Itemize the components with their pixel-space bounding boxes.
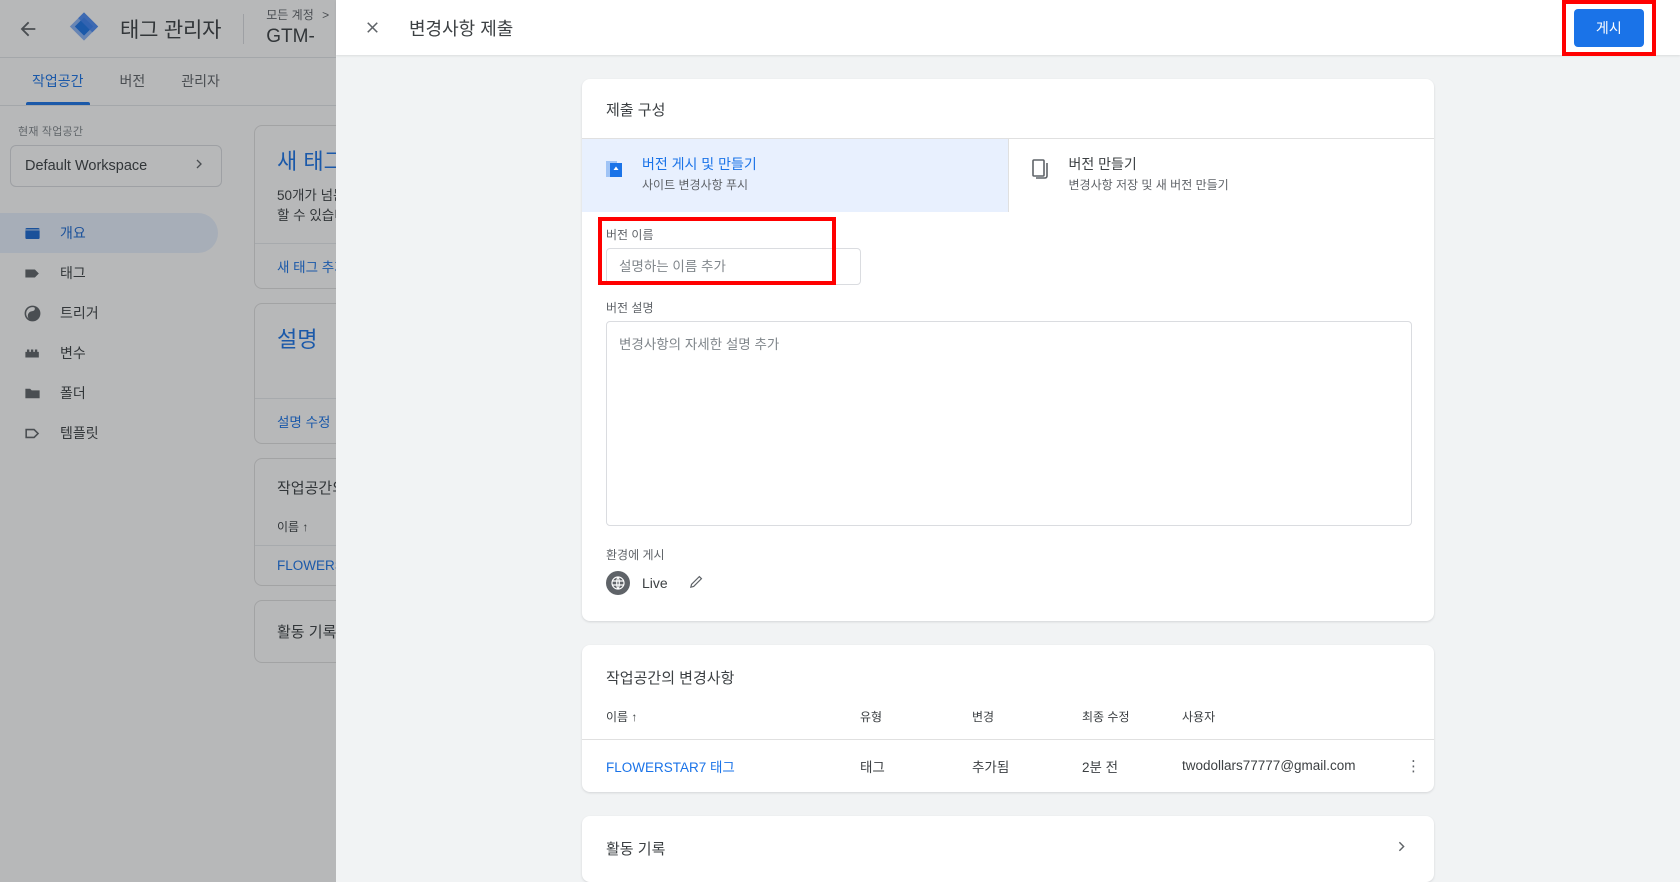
- option-create-version[interactable]: 버전 만들기 변경사항 저장 및 새 버전 만들기: [1007, 139, 1435, 212]
- option-desc: 사이트 변경사항 푸시: [642, 178, 749, 192]
- dialog-body: 제출 구성 버전 게시 및 만들기 사이트 변경사항 푸시 버전 만들기 변경사…: [336, 55, 1680, 882]
- create-version-icon: [1029, 157, 1053, 181]
- option-title: 버전 만들기: [1068, 156, 1137, 172]
- close-icon[interactable]: [352, 8, 392, 48]
- publish-version-icon: [602, 157, 626, 181]
- version-description-label: 버전 설명: [606, 300, 654, 315]
- dialog-header: 변경사항 제출 게시: [336, 0, 1680, 56]
- activity-log-sheet[interactable]: 활동 기록: [582, 815, 1434, 882]
- publish-button[interactable]: 게시: [1573, 8, 1644, 47]
- column-header-modified[interactable]: 최종 수정: [1072, 704, 1172, 740]
- environment-row: Live: [606, 570, 1410, 595]
- submission-config-sheet: 제출 구성 버전 게시 및 만들기 사이트 변경사항 푸시 버전 만들기 변경사…: [582, 79, 1434, 621]
- table-row: FLOWERSTAR7 태그 태그 추가됨 2분 전 twodollars777…: [582, 738, 1434, 792]
- cell-type: 태그: [850, 738, 962, 792]
- table-header-row: 이름 ↑ 유형 변경 최종 수정 사용자: [582, 704, 1434, 740]
- version-name-field: 버전 이름: [598, 216, 1410, 285]
- version-description-textarea[interactable]: [606, 320, 1412, 526]
- cell-modified: 2분 전: [1072, 738, 1172, 792]
- environment-name: Live: [642, 574, 668, 591]
- cell-name[interactable]: FLOWERSTAR7 태그: [582, 738, 850, 792]
- screen: 태그 관리자 모든 계정 > FLOWER GTM- 작업공간 버전 관리자 현…: [0, 0, 1680, 882]
- version-name-input[interactable]: [606, 247, 861, 285]
- option-publish-and-create-version[interactable]: 버전 게시 및 만들기 사이트 변경사항 푸시: [582, 139, 1008, 212]
- column-header-name[interactable]: 이름 ↑: [582, 704, 850, 740]
- environment-label: 환경에 게시: [606, 547, 665, 562]
- publish-button-highlight: 게시: [1561, 0, 1656, 56]
- workspace-changes-title: 작업공간의 변경사항: [606, 669, 735, 687]
- column-header-change[interactable]: 변경: [962, 704, 1072, 740]
- column-header-type[interactable]: 유형: [850, 704, 962, 740]
- option-title: 버전 게시 및 만들기: [642, 156, 757, 172]
- column-header-user[interactable]: 사용자: [1172, 704, 1394, 740]
- column-header-menu: [1394, 704, 1434, 740]
- chevron-right-icon[interactable]: [1393, 838, 1410, 860]
- option-desc: 변경사항 저장 및 새 버전 만들기: [1068, 178, 1229, 192]
- pencil-icon[interactable]: [688, 573, 708, 593]
- submission-options: 버전 게시 및 만들기 사이트 변경사항 푸시 버전 만들기 변경사항 저장 및…: [582, 138, 1434, 212]
- submission-config-title: 제출 구성: [606, 102, 666, 119]
- globe-icon: [606, 570, 630, 595]
- more-vert-icon[interactable]: ⋮: [1394, 738, 1434, 792]
- dialog-title: 변경사항 제출: [409, 18, 514, 39]
- activity-log-title: 활동 기록: [606, 841, 666, 859]
- changes-table: 이름 ↑ 유형 변경 최종 수정 사용자 FLOWERSTAR7 태그 태그 추…: [582, 704, 1434, 792]
- workspace-changes-sheet: 작업공간의 변경사항 이름 ↑ 유형 변경 최종 수정 사용자 FLOWERST…: [582, 644, 1434, 792]
- cell-user: twodollars77777@gmail.com: [1172, 738, 1394, 792]
- version-form: 버전 이름 버전 설명 환경에 게시 Live: [582, 212, 1434, 621]
- version-name-label: 버전 이름: [606, 227, 654, 242]
- cell-change: 추가됨: [962, 738, 1072, 792]
- submit-changes-dialog: 변경사항 제출 게시 제출 구성 버전 게시 및 만들기 사이트 변경사항 푸시…: [336, 0, 1680, 882]
